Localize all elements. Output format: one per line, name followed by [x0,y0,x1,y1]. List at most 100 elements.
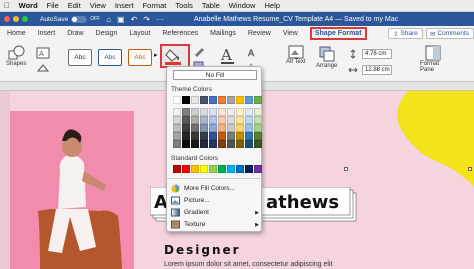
tab-mailings[interactable]: Mailings [210,30,236,37]
autosave-control[interactable]: AutoSave OFF [40,15,100,23]
theme-shade-swatch[interactable] [182,140,190,148]
styles-scroll-arrow-icon[interactable]: ▸ [154,51,158,59]
standard-color-swatch[interactable] [173,165,181,173]
shape-style-preview-1[interactable]: Abc [68,49,92,66]
standard-color-swatch[interactable] [254,165,262,173]
minimize-window-icon[interactable] [13,16,19,22]
theme-shade-swatch[interactable] [236,116,244,124]
theme-shade-swatch[interactable] [209,124,217,132]
tab-draw[interactable]: Draw [67,30,83,37]
menu-table[interactable]: Table [202,1,220,10]
save-icon[interactable]: ▣ [117,15,125,24]
shape-height-input[interactable]: 4.76 cm [362,49,392,59]
theme-shade-swatch[interactable] [173,140,181,148]
theme-shade-swatch[interactable] [173,124,181,132]
theme-color-swatch[interactable] [218,96,226,104]
theme-shade-swatch[interactable] [254,108,262,116]
tab-references[interactable]: References [162,30,198,37]
text-fill-button[interactable]: A [219,45,243,67]
apple-icon[interactable]:  [4,1,10,10]
theme-shade-swatch[interactable] [209,108,217,116]
close-window-icon[interactable] [4,16,10,22]
theme-shade-swatch[interactable] [173,108,181,116]
standard-color-swatch[interactable] [245,165,253,173]
theme-color-swatch[interactable] [200,96,208,104]
alt-text-button[interactable]: Alt Text [286,45,306,65]
theme-shade-swatch[interactable] [254,140,262,148]
menu-tools[interactable]: Tools [175,1,193,10]
theme-shade-swatch[interactable] [218,108,226,116]
picture-fill-item[interactable]: Picture... [171,195,259,206]
standard-color-swatch[interactable] [209,165,217,173]
share-button[interactable]: ⇧ Share [388,28,423,39]
theme-shade-swatch[interactable] [227,108,235,116]
theme-shade-swatch[interactable] [245,140,253,148]
standard-color-swatch[interactable] [200,165,208,173]
tab-insert[interactable]: Insert [38,30,56,37]
undo-icon[interactable]: ↶ [131,15,138,24]
autosave-toggle[interactable] [71,15,88,23]
theme-shade-swatch[interactable] [182,108,190,116]
theme-shade-swatch[interactable] [245,108,253,116]
theme-shade-swatch[interactable] [227,116,235,124]
theme-shade-swatch[interactable] [254,124,262,132]
shape-width-input[interactable]: 12.88 cm [362,65,392,75]
shapes-button[interactable]: Shapes [6,45,26,67]
theme-shade-swatch[interactable] [254,116,262,124]
menu-file[interactable]: File [47,1,59,10]
theme-color-swatch[interactable] [236,96,244,104]
standard-color-swatch[interactable] [182,165,190,173]
standard-color-swatch[interactable] [227,165,235,173]
theme-shade-swatch[interactable] [218,124,226,132]
theme-shade-swatch[interactable] [254,132,262,140]
standard-color-swatch[interactable] [218,165,226,173]
theme-shade-swatch[interactable] [200,116,208,124]
theme-shade-swatch[interactable] [236,108,244,116]
yellow-blob-shape[interactable] [390,91,474,269]
theme-shade-swatch[interactable] [209,140,217,148]
theme-color-swatch[interactable] [191,96,199,104]
standard-color-swatch[interactable] [236,165,244,173]
standard-color-swatch[interactable] [191,165,199,173]
more-fill-colors-item[interactable]: More Fill Colors... [171,183,259,194]
menu-app-name[interactable]: Word [19,1,38,10]
theme-color-swatch[interactable] [209,96,217,104]
menu-format[interactable]: Format [143,1,167,10]
format-pane-button[interactable]: Format Pane [420,45,446,73]
selection-handle[interactable] [344,167,348,171]
theme-color-swatch[interactable] [173,96,181,104]
theme-shade-swatch[interactable] [218,116,226,124]
tab-shape-format[interactable]: Shape Format [309,27,367,40]
theme-shade-swatch[interactable] [200,108,208,116]
zoom-window-icon[interactable] [22,16,28,22]
theme-shade-swatch[interactable] [182,116,190,124]
theme-shade-swatch[interactable] [191,116,199,124]
theme-shade-swatch[interactable] [245,116,253,124]
shape-fill-button[interactable] [160,44,190,68]
more-icon[interactable]: ⋯ [156,15,164,24]
theme-shade-swatch[interactable] [200,132,208,140]
theme-color-swatch[interactable] [245,96,253,104]
theme-shade-swatch[interactable] [245,124,253,132]
arrange-button[interactable]: Arrange [316,45,337,69]
theme-color-swatch[interactable] [254,96,262,104]
insert-textbox-button[interactable]: A [36,47,50,59]
gradient-fill-item[interactable]: Gradient ▶ [171,207,259,218]
menu-insert[interactable]: Insert [115,1,134,10]
theme-shade-swatch[interactable] [236,140,244,148]
theme-shade-swatch[interactable] [173,116,181,124]
theme-shade-swatch[interactable] [182,132,190,140]
shape-style-preview-2[interactable]: Abc [98,49,122,66]
menu-view[interactable]: View [90,1,106,10]
theme-shade-swatch[interactable] [218,132,226,140]
theme-shade-swatch[interactable] [227,124,235,132]
theme-shade-swatch[interactable] [236,132,244,140]
home-icon[interactable]: ⌂ [106,15,111,24]
texture-fill-item[interactable]: Texture ▶ [171,219,259,230]
theme-shade-swatch[interactable] [218,140,226,148]
redo-icon[interactable]: ↷ [143,15,150,24]
theme-color-swatch[interactable] [227,96,235,104]
tab-layout[interactable]: Layout [129,30,150,37]
theme-shade-swatch[interactable] [227,140,235,148]
theme-shade-swatch[interactable] [191,108,199,116]
